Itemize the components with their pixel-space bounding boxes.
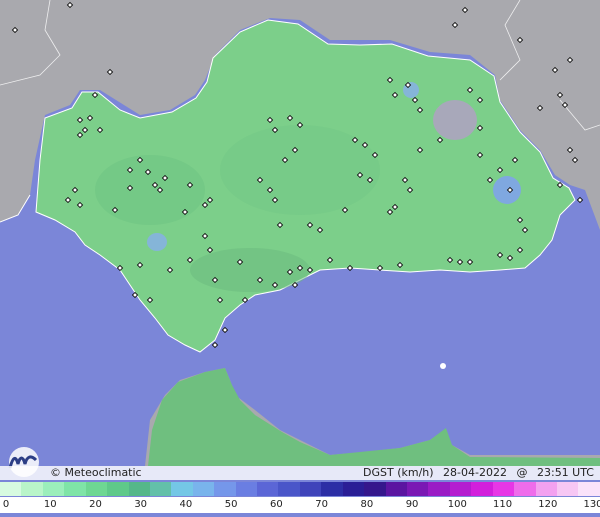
time-label: 23:51 UTC: [536, 466, 594, 479]
scale-swatch: [192, 482, 215, 496]
scale-swatch: [299, 482, 322, 496]
scale-swatch: [556, 482, 579, 496]
scale-swatch: [42, 482, 65, 496]
scale-swatch: [407, 482, 429, 496]
scale-tick-label: 130: [583, 499, 600, 510]
scale-swatch: [471, 482, 493, 496]
color-scale-bar: [0, 482, 600, 496]
map-canvas[interactable]: [0, 0, 600, 517]
scale-swatch: [342, 482, 365, 496]
scale-tick-label: 100: [447, 499, 467, 510]
scale-tick-label: 120: [538, 499, 558, 510]
scale-swatch: [149, 482, 172, 496]
scale-swatch: [107, 482, 129, 496]
scale-swatch: [64, 482, 86, 496]
scale-swatch: [171, 482, 193, 496]
scale-swatch: [428, 482, 450, 496]
hotspot-sevilla: [147, 233, 167, 251]
scale-swatch: [235, 482, 258, 496]
scale-swatch: [21, 482, 43, 496]
island-alboran: [440, 363, 446, 369]
credit-text: © Meteoclimatic: [50, 466, 142, 479]
scale-tick-label: 80: [360, 499, 374, 510]
scale-swatch: [514, 482, 536, 496]
scale-tick-label: 10: [43, 499, 57, 510]
scale-tick-label: 60: [270, 499, 283, 510]
scale-tick-label: 20: [89, 499, 102, 510]
variable-label: DGST (km/h): [363, 466, 434, 479]
scale-tick-label: 0: [2, 499, 10, 510]
color-scale-ticks: 0 10 20 30 40 50 60 70 80 90 100 110 120 130: [0, 497, 600, 513]
at-symbol: @: [516, 466, 528, 479]
scale-tick-label: 90: [405, 499, 419, 510]
scale-swatch: [492, 482, 515, 496]
scale-swatch: [385, 482, 408, 496]
scale-swatch: [321, 482, 343, 496]
scale-swatch: [214, 482, 236, 496]
wind-zone-south: [190, 248, 310, 292]
scale-swatch: [128, 482, 150, 496]
scale-tick-label: 40: [179, 499, 193, 510]
wind-zone-west: [95, 155, 205, 225]
scale-tick-label: 70: [315, 499, 328, 510]
scale-swatch: [449, 482, 472, 496]
hotspot-jaen: [403, 82, 419, 98]
scale-swatch: [578, 482, 600, 496]
scale-swatch: [85, 482, 108, 496]
scale-swatch: [278, 482, 300, 496]
scale-tick-label: 110: [492, 499, 513, 510]
scale-swatch: [257, 482, 279, 496]
map-meta: DGST (km/h) 28-04-2022 @ 23:51 UTC: [357, 466, 594, 480]
map-footer: © Meteoclimatic DGST (km/h) 28-04-2022 @…: [0, 466, 600, 480]
scale-swatch: [535, 482, 557, 496]
map-root: © Meteoclimatic DGST (km/h) 28-04-2022 @…: [0, 0, 600, 517]
date-label: 28-04-2022: [443, 466, 507, 479]
scale-tick-label: 30: [134, 499, 148, 510]
hotspot-sierra-nevada: [433, 100, 477, 140]
scale-swatch: [364, 482, 386, 496]
scale-swatch: [0, 482, 22, 496]
scale-tick-label: 50: [224, 499, 238, 510]
